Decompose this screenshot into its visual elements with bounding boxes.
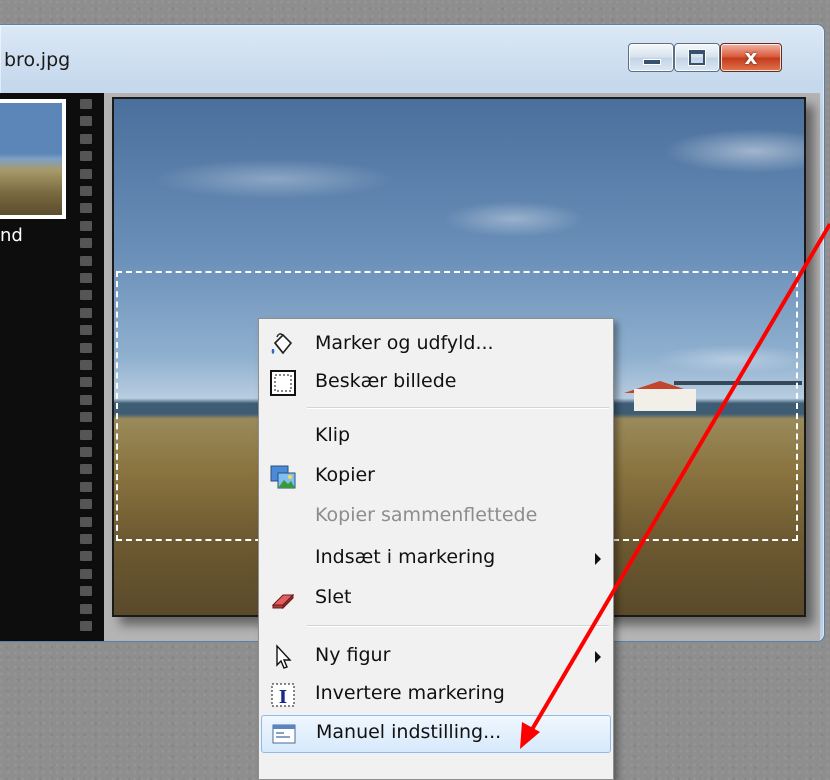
eraser-icon — [271, 593, 295, 610]
submenu-arrow-icon — [595, 553, 601, 565]
filmstrip-sprocket-hole — [80, 151, 92, 162]
filmstrip-sprocket-hole — [80, 568, 92, 579]
menu-item-label: Manuel indstilling... — [316, 721, 502, 743]
filmstrip-sprocket-hole — [80, 116, 92, 127]
filmstrip-sprocket-hole — [80, 516, 92, 527]
menu-item-label: Invertere markering — [315, 682, 505, 704]
maximize-button[interactable] — [674, 43, 720, 72]
minimize-icon — [643, 59, 661, 65]
filmstrip-sprocket-hole — [80, 133, 92, 144]
menu-item-beskaer-billede[interactable]: Beskær billede — [261, 365, 611, 401]
filmstrip-sprocket-hole — [80, 342, 92, 353]
menu-item-invertere-markering[interactable]: I Invertere markering — [261, 677, 611, 713]
title-bar[interactable]: bro.jpg x — [0, 25, 824, 87]
menu-item-label: Beskær billede — [315, 370, 457, 392]
maximize-icon — [688, 49, 706, 66]
window-settings-icon — [272, 724, 296, 744]
filmstrip-sprocket-hole — [80, 238, 92, 249]
filmstrip-sprocket-hole — [80, 586, 92, 597]
thumbnail-image[interactable] — [0, 99, 66, 219]
context-menu: Marker og udfyld... Beskær billede Klip … — [258, 318, 614, 780]
pointer-icon — [276, 644, 292, 669]
filmstrip-sprocket-hole — [80, 412, 92, 423]
menu-item-label: Slet — [315, 586, 352, 608]
menu-item-indsaet-i-markering[interactable]: Indsæt i markering — [261, 541, 611, 577]
menu-item-label: Kopier sammenflettede — [315, 504, 538, 526]
filmstrip-sprocket-hole — [80, 464, 92, 475]
paint-bucket-icon — [271, 333, 293, 355]
filmstrip-sprocket-hole — [80, 290, 92, 301]
filmstrip-sprocket-hole — [80, 551, 92, 562]
filmstrip-sprocket-hole — [80, 481, 92, 492]
filmstrip-sprocket-hole — [80, 621, 92, 631]
filmstrip-sprocket-hole — [80, 220, 92, 231]
menu-separator — [307, 625, 609, 627]
filmstrip-sprocket-hole — [80, 499, 92, 510]
menu-item-label: Marker og udfyld... — [315, 332, 494, 354]
svg-text:I: I — [279, 687, 287, 708]
filmstrip-sprocket-hole — [80, 377, 92, 388]
filmstrip-sprocket-hole — [80, 186, 92, 196]
filmstrip-sprocket-hole — [80, 429, 92, 440]
filmstrip-sprocket-hole — [80, 99, 92, 109]
menu-item-label: Kopier — [315, 464, 375, 486]
menu-item-marker-og-udfyld[interactable]: Marker og udfyld... — [261, 327, 611, 363]
menu-item-label: Klip — [315, 424, 351, 446]
filmstrip-sprocket-hole — [80, 394, 92, 405]
submenu-arrow-icon — [595, 651, 601, 663]
filmstrip-sprocket-hole — [80, 447, 92, 457]
close-button[interactable]: x — [720, 43, 782, 72]
filmstrip-sprocket-hole — [80, 325, 92, 336]
menu-item-label: Ny figur — [315, 644, 391, 666]
filmstrip-sprocket-hole — [80, 307, 92, 318]
filmstrip-sprocket-hole — [80, 360, 92, 370]
close-icon: x — [744, 45, 758, 69]
thumbnail-label: nd — [0, 225, 23, 246]
menu-item-kopier-sammenflettede: Kopier sammenflettede — [261, 499, 611, 535]
invert-selection-icon: I — [271, 683, 295, 708]
menu-item-manuel-indstilling[interactable]: Manuel indstilling... — [261, 715, 611, 753]
copy-image-icon — [270, 465, 296, 489]
minimize-button[interactable] — [628, 43, 674, 72]
menu-item-ny-figur[interactable]: Ny figur — [261, 639, 611, 675]
filmstrip-sprocket-hole — [80, 603, 92, 614]
menu-item-klip[interactable]: Klip — [261, 419, 611, 455]
filmstrip-sprocket-hole — [80, 534, 92, 544]
filmstrip-sprocket-hole — [80, 168, 92, 179]
crop-icon — [270, 370, 296, 396]
filmstrip: nd — [0, 93, 104, 641]
filmstrip-sprocket-hole — [80, 203, 92, 214]
menu-item-kopier[interactable]: Kopier — [261, 459, 611, 495]
menu-item-label: Indsæt i markering — [315, 546, 496, 568]
filmstrip-sprocket-hole — [80, 273, 92, 283]
window-title: bro.jpg — [4, 49, 71, 71]
menu-separator — [307, 407, 609, 409]
filmstrip-sprocket-hole — [80, 255, 92, 266]
filmstrip-sprockets — [76, 93, 96, 641]
menu-item-slet[interactable]: Slet — [261, 581, 611, 617]
